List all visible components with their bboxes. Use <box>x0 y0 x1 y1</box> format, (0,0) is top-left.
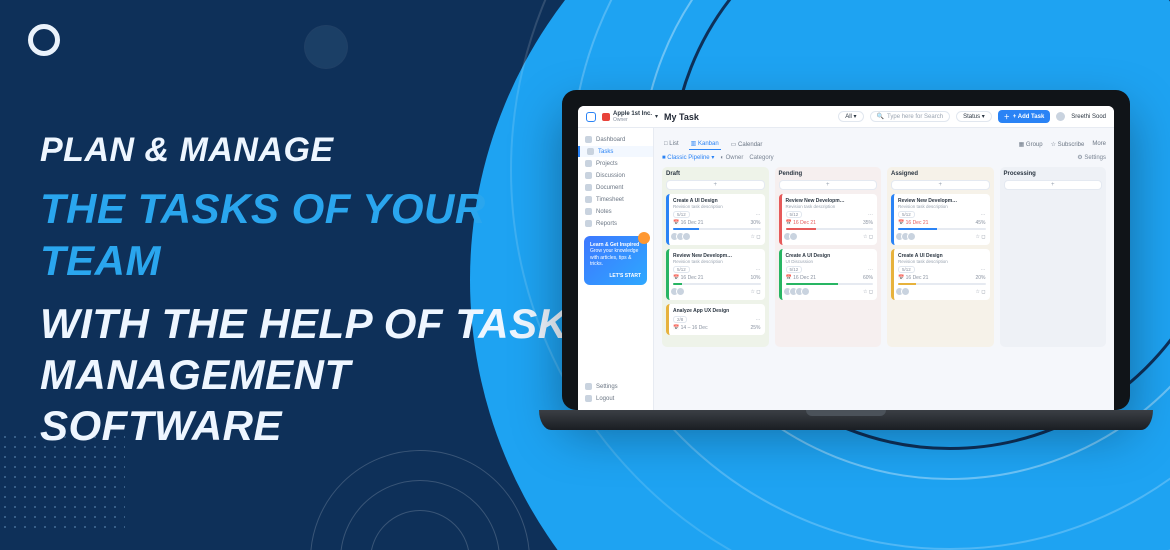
promo-cta[interactable]: LET'S START <box>590 273 641 279</box>
column-header: Draft <box>666 171 765 177</box>
column-header: Pending <box>779 171 878 177</box>
column-processing: Processing + <box>1000 167 1107 347</box>
task-card[interactable]: Analyze App UX Design 2/8⋯ 📅 14 – 16 Dec… <box>666 304 765 335</box>
timesheet-icon <box>585 196 592 203</box>
subscribe-control[interactable]: ☆ Subscribe <box>1051 141 1085 148</box>
plus-icon: ＋ <box>1004 112 1010 121</box>
corner-circle-icon <box>28 24 60 56</box>
headline-line-1: Plan & Manage <box>40 130 600 171</box>
task-card[interactable]: Review New Developm… Revision task descr… <box>891 194 990 245</box>
mini-dot-icon <box>305 26 347 68</box>
tasks-icon <box>587 148 594 155</box>
projects-icon <box>585 160 592 167</box>
search-placeholder: Type here for Search <box>887 114 943 120</box>
sidebar-item-discussion[interactable]: Discussion <box>578 170 653 181</box>
add-card-button[interactable]: + <box>666 180 765 190</box>
task-card[interactable]: Review New Developm… Revision task descr… <box>666 249 765 300</box>
sidebar: Dashboard Tasks Projects Discussion Docu… <box>578 128 654 410</box>
tab-calendar[interactable]: ▭ Calendar <box>729 139 765 150</box>
laptop-base <box>539 410 1152 430</box>
sidebar-item-document[interactable]: Document <box>578 182 653 193</box>
chevron-down-icon: ▾ <box>655 113 658 120</box>
headline-line-3: With the Help of Task Management Softwar… <box>40 298 600 452</box>
app-topbar: Apple 1st Inc. Owner ▾ My Task All ▾ 🔍 T… <box>578 106 1114 128</box>
logout-icon <box>585 395 592 402</box>
column-header: Processing <box>1004 171 1103 177</box>
org-switcher[interactable]: Apple 1st Inc. Owner ▾ <box>602 111 658 123</box>
star-icon[interactable]: ☆ ◻ <box>750 234 760 240</box>
sidebar-item-projects[interactable]: Projects <box>578 158 653 169</box>
headline-line-2: The Tasks of Your Team <box>40 183 600 285</box>
main-panel: □ List ▥ Kanban ▭ Calendar ▦ Group ☆ Sub… <box>654 128 1114 410</box>
column-assigned: Assigned + Review New Developm… Revision… <box>887 167 994 347</box>
more-control[interactable]: More <box>1092 141 1106 147</box>
avatar[interactable] <box>1056 112 1065 121</box>
sidebar-item-notes[interactable]: Notes <box>578 206 653 217</box>
hero-banner: Plan & Manage The Tasks of Your Team Wit… <box>0 0 1170 550</box>
filter-all[interactable]: All ▾ <box>838 111 863 122</box>
tab-list[interactable]: □ List <box>662 139 681 149</box>
category-filter[interactable]: Category <box>749 155 773 161</box>
add-task-button[interactable]: ＋ + Add Task <box>998 110 1051 123</box>
task-card[interactable]: Create A UI Design Revision task descrip… <box>891 249 990 300</box>
lightbulb-icon <box>638 232 650 244</box>
calendar-icon: 📅 16 Dec 21 <box>673 220 703 226</box>
add-card-button[interactable]: + <box>779 180 878 190</box>
sidebar-item-timesheet[interactable]: Timesheet <box>578 194 653 205</box>
kanban-board: Draft + Create A UI Design Revision task… <box>662 167 1106 347</box>
secondary-filters: ■ Classic Pipeline ▾ ◐ Owner Category ⚙ … <box>662 154 1106 161</box>
org-icon <box>602 113 610 121</box>
search-input[interactable]: 🔍 Type here for Search <box>870 111 951 122</box>
notes-icon <box>585 208 592 215</box>
discussion-icon <box>585 172 592 179</box>
user-name: Sreethi Sood <box>1071 114 1106 120</box>
owner-filter[interactable]: ◐ Owner <box>720 155 743 161</box>
app-window: Apple 1st Inc. Owner ▾ My Task All ▾ 🔍 T… <box>578 106 1114 410</box>
status-filter[interactable]: Status ▾ <box>956 111 992 122</box>
add-card-button[interactable]: + <box>1004 180 1103 190</box>
app-logo-icon <box>586 112 596 122</box>
promo-card[interactable]: Learn & Get Inspired Grow your knowledge… <box>584 236 647 285</box>
reports-icon <box>585 220 592 227</box>
column-pending: Pending + Review New Developm… Revision … <box>775 167 882 347</box>
gear-icon <box>585 383 592 390</box>
promo-body: Grow your knowledge with articles, tips … <box>590 248 641 267</box>
sidebar-item-logout[interactable]: Logout <box>578 393 653 404</box>
column-settings[interactable]: ⚙ Settings <box>1077 154 1106 161</box>
tab-kanban[interactable]: ▥ Kanban <box>689 138 721 150</box>
column-draft: Draft + Create A UI Design Revision task… <box>662 167 769 347</box>
page-title: My Task <box>664 112 699 122</box>
laptop-mockup: Apple 1st Inc. Owner ▾ My Task All ▾ 🔍 T… <box>562 90 1130 450</box>
dashboard-icon <box>585 136 592 143</box>
sidebar-item-reports[interactable]: Reports <box>578 218 653 229</box>
sidebar-item-tasks[interactable]: Tasks <box>578 146 653 157</box>
task-card[interactable]: Create A UI Design Revision task descrip… <box>666 194 765 245</box>
task-card[interactable]: Review New Developm… Revision task descr… <box>779 194 878 245</box>
add-card-button[interactable]: + <box>891 180 990 190</box>
headline-block: Plan & Manage The Tasks of Your Team Wit… <box>40 130 600 452</box>
pipeline-filter[interactable]: ■ Classic Pipeline ▾ <box>662 154 714 161</box>
group-control[interactable]: ▦ Group <box>1019 141 1043 148</box>
more-icon[interactable]: ⋯ <box>756 212 761 218</box>
sidebar-item-dashboard[interactable]: Dashboard <box>578 134 653 145</box>
column-header: Assigned <box>891 171 990 177</box>
sidebar-item-settings[interactable]: Settings <box>578 381 653 392</box>
org-role: Owner <box>613 117 628 123</box>
search-icon: 🔍 <box>877 113 884 120</box>
document-icon <box>585 184 592 191</box>
task-card[interactable]: Create A UI Design UI Discussion 5/12⋯ 📅… <box>779 249 878 300</box>
view-switcher: □ List ▥ Kanban ▭ Calendar ▦ Group ☆ Sub… <box>662 138 1106 150</box>
